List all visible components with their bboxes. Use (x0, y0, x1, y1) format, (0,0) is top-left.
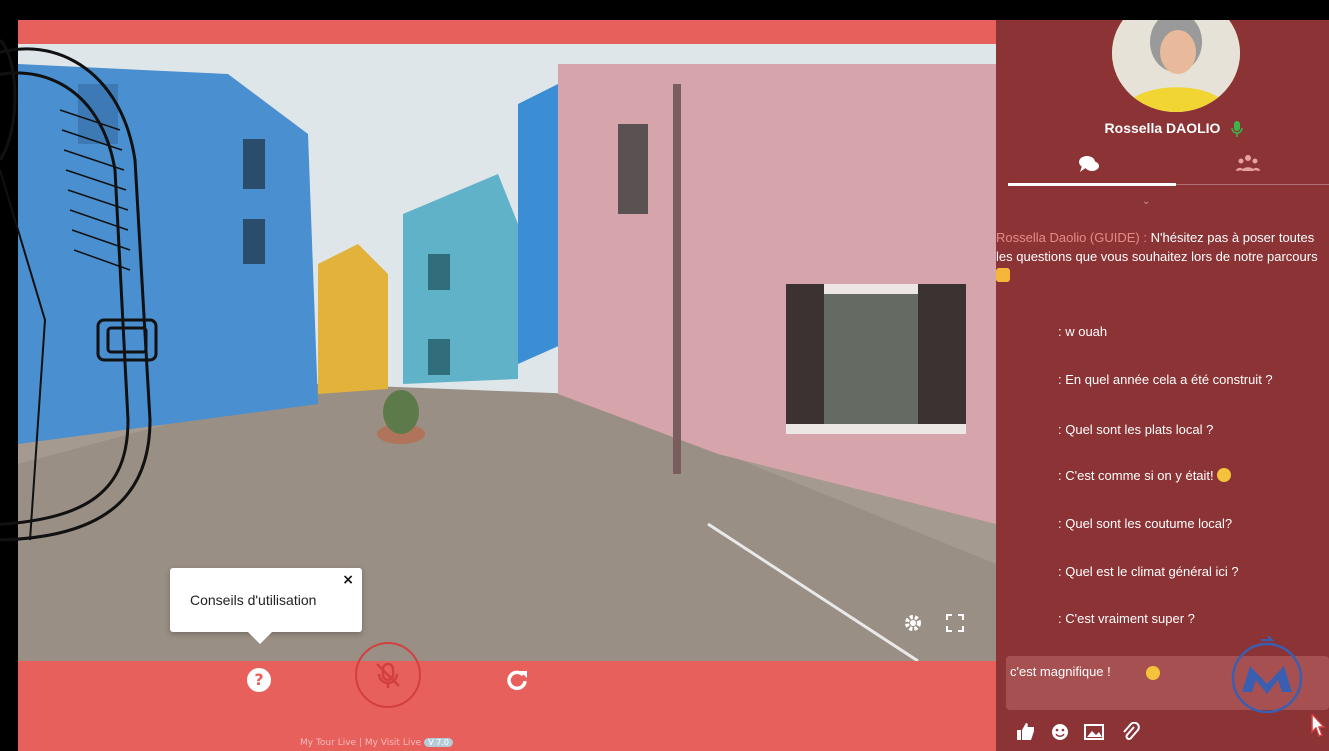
gear-icon[interactable] (902, 612, 924, 634)
list-item: : Quel sont les coutume local? (1058, 516, 1233, 531)
list-item: : C'est comme si on y était! (1058, 468, 1232, 483)
cursor-icon (1311, 714, 1326, 737)
footer-links[interactable]: My Tour Live | My Visit Live (300, 738, 421, 748)
users-icon (1236, 155, 1260, 171)
video-stage: Conseils d'utilisation × ? My Tour Live … (18, 20, 996, 751)
message-author: Rossella Daolio (GUIDE) : (996, 230, 1147, 245)
usage-tips-tooltip: Conseils d'utilisation × (170, 568, 362, 644)
thumbs-up-icon[interactable] (1016, 722, 1036, 742)
help-icon[interactable]: ? (247, 668, 271, 692)
tooltip-text: Conseils d'utilisation (190, 592, 317, 608)
message-input[interactable] (1010, 664, 1210, 679)
tab-participants[interactable] (1236, 154, 1260, 172)
close-icon[interactable]: × (342, 572, 354, 588)
sidebar-tabs (1008, 146, 1329, 186)
avatar (1112, 20, 1240, 112)
list-item: : Quel sont les plats local ? (1058, 422, 1214, 437)
image-icon[interactable] (1084, 722, 1104, 742)
list-item: : w ouah (1058, 324, 1108, 339)
attachment-icon[interactable] (1120, 722, 1140, 742)
mic-on-icon (1231, 121, 1243, 137)
panorama-view[interactable] (18, 44, 996, 661)
emoji-icon[interactable] (1050, 722, 1070, 742)
list-item: : En quel année cela a été construit ? (1058, 372, 1273, 387)
version-badge: V 7.0 (424, 738, 453, 747)
chevron-down-icon[interactable]: ⌄ (1142, 196, 1150, 207)
fullscreen-icon[interactable] (944, 612, 966, 634)
smile-emoji-icon (1217, 468, 1232, 482)
footer-text: My Tour Live | My Visit Live V 7.0 (300, 738, 453, 748)
list-item: : Quel est le climat général ici ? (1058, 564, 1239, 579)
hand-emoji-icon (996, 268, 1010, 282)
guide-message: Rossella Daolio (GUIDE) : N'hésitez pas … (996, 228, 1329, 285)
tab-chat[interactable] (1078, 154, 1100, 174)
list-item: : C'est vraiment super ? (1058, 611, 1195, 626)
guide-name: Rossella DAOLIO (1104, 120, 1221, 136)
bottom-controls: ? My Tour Live | My Visit Live V 7.0 (18, 640, 996, 751)
refresh-icon[interactable] (503, 666, 531, 694)
heart-eyes-emoji-icon (1146, 666, 1160, 680)
top-bar (0, 0, 1329, 20)
brand-logo (1231, 636, 1303, 714)
active-tab-indicator (1008, 183, 1176, 186)
mic-muted-button[interactable] (355, 642, 421, 708)
chat-bubbles-icon (1079, 156, 1099, 172)
